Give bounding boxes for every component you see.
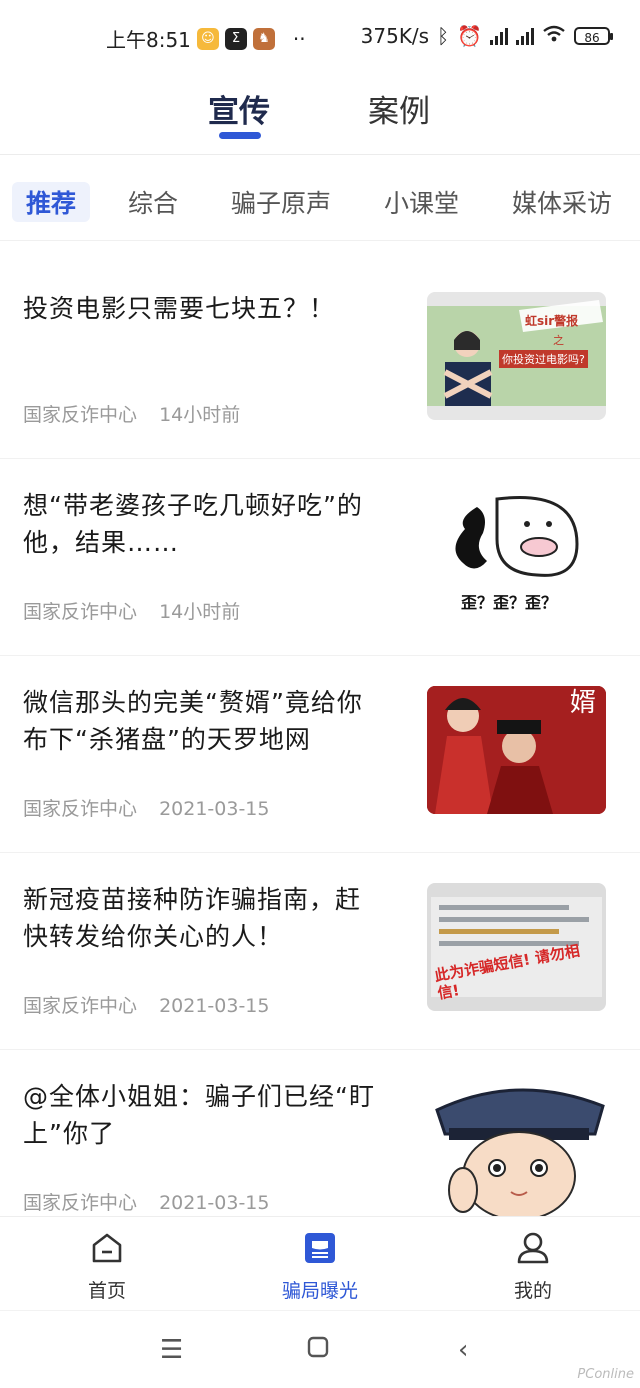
article-source: 国家反诈中心 xyxy=(23,798,138,820)
category-general[interactable]: 综合 xyxy=(128,184,178,220)
thumb-text-2: 之 xyxy=(553,334,564,347)
article-card[interactable]: 新冠疫苗接种防诈骗指南，赶快转发给你关心的人！ 国家反诈中心 2021-03-1… xyxy=(0,853,640,1050)
article-card[interactable]: 投资电影只需要七块五？！ 国家反诈中心 14小时前 虹sir警报 之 你投资过电… xyxy=(0,262,640,459)
tab-publicity[interactable]: 宣传 xyxy=(208,86,270,131)
article-source: 国家反诈中心 xyxy=(23,404,138,426)
nav-profile[interactable]: 我的 xyxy=(483,1231,583,1303)
battery-icon: 86 xyxy=(574,27,613,45)
thumb-text-1: 虹sir警报 xyxy=(525,314,579,328)
nav-home-label: 首页 xyxy=(87,1280,126,1302)
alarm-icon: ⏰ xyxy=(457,24,482,48)
back-icon[interactable]: ‹ xyxy=(458,1335,468,1365)
nav-scam-exposure-label: 骗局曝光 xyxy=(281,1280,358,1302)
wifi-icon xyxy=(542,24,566,48)
thumb-text-3: 你投资过电影吗? xyxy=(499,350,588,368)
exposure-icon xyxy=(305,1233,335,1263)
article-thumbnail: 婿 xyxy=(427,686,606,814)
category-classroom[interactable]: 小课堂 xyxy=(384,184,459,220)
watermark: PConline xyxy=(577,1367,634,1382)
article-card[interactable]: 想“带老婆孩子吃几顿好吃”的他，结果…… 国家反诈中心 14小时前 歪？歪？歪？ xyxy=(0,459,640,656)
game-app-icon: ♞ xyxy=(252,27,275,50)
article-time: 14小时前 xyxy=(159,601,241,623)
article-meta: 国家反诈中心 14小时前 xyxy=(23,597,240,624)
article-meta: 国家反诈中心 2021-03-15 xyxy=(23,794,269,821)
profile-icon xyxy=(517,1232,549,1264)
status-bar: 上午8:51 ☺ Σ ♞ ·· 375K/s ᛒ ⏰ 86 xyxy=(0,0,640,72)
category-recommended[interactable]: 推荐 xyxy=(12,182,91,222)
article-title: 想“带老婆孩子吃几顿好吃”的他，结果…… xyxy=(23,491,363,557)
nav-scam-exposure[interactable]: 骗局曝光 xyxy=(270,1231,370,1303)
article-thumbnail xyxy=(427,1080,606,1216)
article-time: 2021-03-15 xyxy=(159,798,270,820)
article-title: 新冠疫苗接种防诈骗指南，赶快转发给你关心的人！ xyxy=(23,885,362,951)
article-time: 2021-03-15 xyxy=(159,995,270,1017)
article-thumbnail: 歪？歪？歪？ xyxy=(427,489,606,617)
article-time: 14小时前 xyxy=(159,404,241,426)
category-media-interviews[interactable]: 媒体采访 xyxy=(512,184,612,220)
article-thumbnail: 此为诈骗短信! 请勿相信! xyxy=(427,883,606,1011)
active-tab-indicator xyxy=(219,132,261,139)
article-meta: 国家反诈中心 2021-03-15 xyxy=(23,991,269,1018)
tab-cases[interactable]: 案例 xyxy=(368,86,430,131)
emoji-app-icon: ☺ xyxy=(196,27,219,50)
status-time: 上午8:51 xyxy=(106,28,191,52)
article-thumbnail: 虹sir警报 之 你投资过电影吗? xyxy=(427,292,606,420)
menu-icon[interactable]: ☰ xyxy=(160,1335,183,1365)
article-title: @全体小姐姐：骗子们已经“盯上”你了 xyxy=(23,1082,375,1148)
article-meta: 国家反诈中心 2021-03-15 xyxy=(23,1188,269,1215)
article-title: 微信那头的完美“赘婿”竟给你布下“杀猪盘”的天罗地网 xyxy=(23,688,363,754)
bottom-navigation: 首页 骗局曝光 我的 xyxy=(0,1216,640,1311)
article-meta: 国家反诈中心 14小时前 xyxy=(23,400,240,427)
home-icon xyxy=(92,1233,122,1263)
network-speed: 375K/s xyxy=(360,24,430,48)
system-navigation-bar: ☰ ‹ PConline xyxy=(0,1310,640,1388)
thumb-mark: 婿 xyxy=(569,688,596,718)
signal-icon-2 xyxy=(516,27,534,45)
main-tab-bar: 宣传 案例 xyxy=(0,78,640,155)
article-source: 国家反诈中心 xyxy=(23,1192,138,1214)
more-notifications-icon: ·· xyxy=(292,26,306,51)
nav-profile-label: 我的 xyxy=(513,1280,552,1302)
category-scammer-voices[interactable]: 骗子原声 xyxy=(231,184,331,220)
signal-icon xyxy=(490,27,508,45)
article-source: 国家反诈中心 xyxy=(23,995,138,1017)
home-square-icon[interactable] xyxy=(307,1335,329,1365)
article-card[interactable]: 微信那头的完美“赘婿”竟给你布下“杀猪盘”的天罗地网 国家反诈中心 2021-0… xyxy=(0,656,640,853)
sigma-app-icon: Σ xyxy=(224,27,247,50)
article-time: 2021-03-15 xyxy=(159,1192,270,1214)
bluetooth-icon: ᛒ xyxy=(437,24,450,48)
article-title: 投资电影只需要七块五？！ xyxy=(23,294,336,323)
nav-home[interactable]: 首页 xyxy=(57,1231,157,1303)
article-source: 国家反诈中心 xyxy=(23,601,138,623)
thumb-caption: 歪？歪？歪？ xyxy=(461,593,558,612)
category-tab-bar: 推荐 综合 骗子原声 小课堂 媒体采访 xyxy=(0,156,640,241)
